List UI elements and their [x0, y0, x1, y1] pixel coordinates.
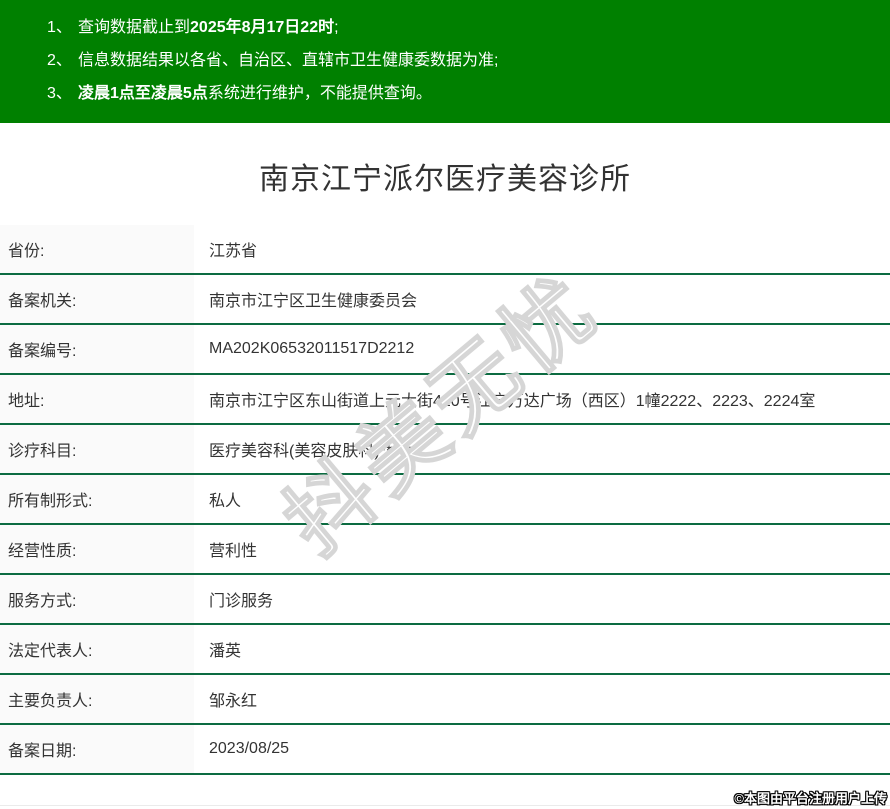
row-label: 经营性质:: [0, 524, 194, 575]
table-row-service-mode: 服务方式: 门诊服务: [0, 574, 890, 625]
row-value: 邹永红: [194, 674, 890, 725]
upload-credit-note: ©本图由平台注册用户上传: [734, 791, 887, 806]
notice-number: 2、: [47, 52, 72, 69]
row-label: 法定代表人:: [0, 624, 194, 675]
row-label: 主要负责人:: [0, 674, 194, 725]
table-row-legal-representative: 法定代表人: 潘英: [0, 624, 890, 675]
info-table: 省份: 江苏省 备案机关: 南京市江宁区卫生健康委员会 备案编号: MA202K…: [0, 225, 890, 775]
page-title: 南京江宁派尔医疗美容诊所: [259, 163, 631, 196]
row-value: 私人: [194, 474, 890, 525]
notice-banner: 1、 查询数据截止到2025年8月17日22时; 2、 信息数据结果以各省、自治…: [0, 0, 890, 123]
notice-text-regular: 信息数据结果以各省、自治区、直辖市卫生健康委数据为准;: [78, 52, 499, 69]
notice-line-2: 2、 信息数据结果以各省、自治区、直辖市卫生健康委数据为准;: [47, 44, 880, 77]
row-value: MA202K06532011517D2212: [194, 324, 890, 375]
row-value: 营利性: [194, 524, 890, 575]
notice-line-1: 1、 查询数据截止到2025年8月17日22时;: [47, 11, 880, 44]
row-label: 所有制形式:: [0, 474, 194, 525]
notice-text-regular: ;: [334, 19, 339, 36]
row-label: 备案编号:: [0, 324, 194, 375]
row-value: 医疗美容科(美容皮肤科)******: [194, 424, 890, 475]
table-row-treatment-subjects: 诊疗科目: 医疗美容科(美容皮肤科)******: [0, 424, 890, 475]
notice-text: 凌晨1点至凌晨5点系统进行维护，不能提供查询。: [78, 77, 432, 110]
medical-filing-page: 1、 查询数据截止到2025年8月17日22时; 2、 信息数据结果以各省、自治…: [0, 0, 890, 809]
table-row-filing-date: 备案日期: 2023/08/25: [0, 724, 890, 775]
row-value: 门诊服务: [194, 574, 890, 625]
notice-text-bold: 2025年8月17日22时: [190, 19, 335, 36]
row-label: 备案机关:: [0, 274, 194, 325]
table-row-ownership-form: 所有制形式: 私人: [0, 474, 890, 525]
row-value: 江苏省: [194, 225, 890, 275]
table-row-address: 地址: 南京市江宁区东山街道上元大街420号江宁万达广场（西区）1幢2222、2…: [0, 374, 890, 425]
notice-text: 信息数据结果以各省、自治区、直辖市卫生健康委数据为准;: [78, 44, 498, 77]
row-value: 南京市江宁区卫生健康委员会: [194, 274, 890, 325]
notice-text-regular: 查询数据截止到: [78, 19, 191, 36]
row-label: 备案日期:: [0, 724, 194, 775]
row-value: 南京市江宁区东山街道上元大街420号江宁万达广场（西区）1幢2222、2223、…: [194, 374, 890, 425]
row-value: 2023/08/25: [194, 724, 890, 775]
notice-number: 1、: [47, 19, 72, 36]
table-row-principal-person: 主要负责人: 邹永红: [0, 674, 890, 725]
row-label: 诊疗科目:: [0, 424, 194, 475]
row-label: 地址:: [0, 374, 194, 425]
row-label: 省份:: [0, 225, 194, 275]
row-value: 潘英: [194, 624, 890, 675]
notice-line-3: 3、 凌晨1点至凌晨5点系统进行维护，不能提供查询。: [47, 77, 880, 110]
notice-text-bold: 凌晨1点至凌晨5点: [78, 85, 208, 102]
notice-number: 3、: [47, 85, 72, 102]
table-row-business-nature: 经营性质: 营利性: [0, 524, 890, 575]
table-row-filing-number: 备案编号: MA202K06532011517D2212: [0, 324, 890, 375]
table-row-province: 省份: 江苏省: [0, 225, 890, 275]
row-label: 服务方式:: [0, 574, 194, 625]
notice-text-regular: 系统进行维护，不能提供查询。: [207, 85, 432, 102]
table-row-filing-authority: 备案机关: 南京市江宁区卫生健康委员会: [0, 274, 890, 325]
notice-text: 查询数据截止到2025年8月17日22时;: [78, 11, 339, 44]
